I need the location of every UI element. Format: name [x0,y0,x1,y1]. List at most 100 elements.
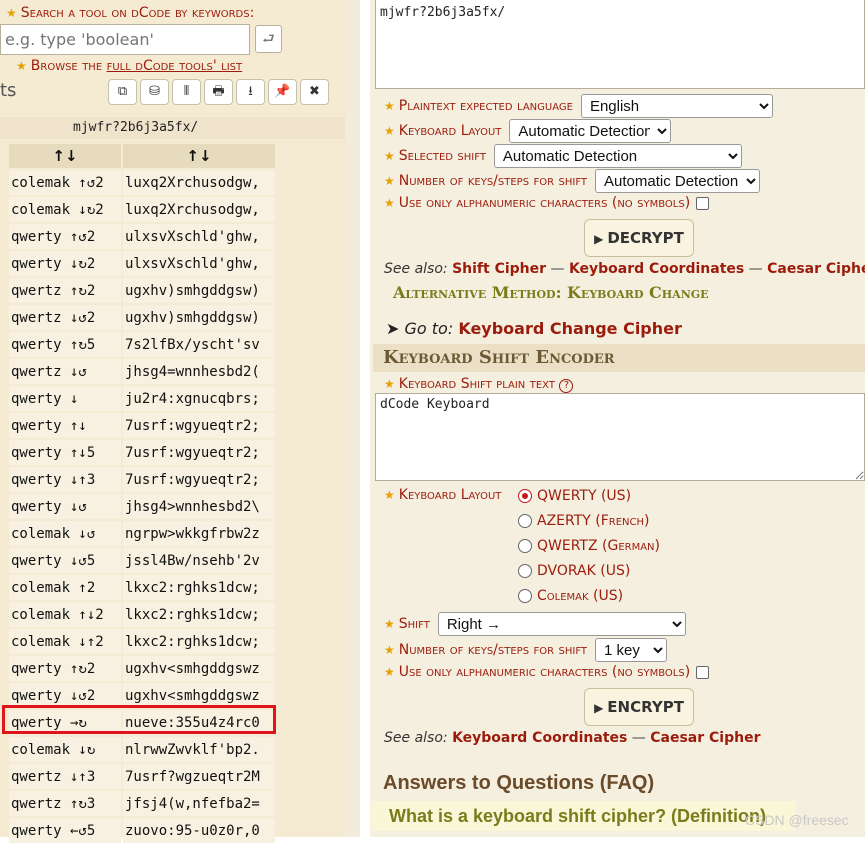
columns-icon[interactable]: ⦀ [172,79,201,105]
encoder-alnum-checkbox[interactable] [696,665,710,679]
print-icon[interactable]: 🖶 [204,79,233,105]
search-input[interactable] [0,24,250,55]
star-icon: ★ [384,377,395,391]
decoder-layout-select[interactable]: Automatic Detection [509,119,672,143]
table-row: colemak ↓↻2 luxq2Xrchusodgw, [9,197,275,222]
result-text-cell: zuovo:95-u0z0r,0 [123,818,275,843]
table-row: qwerty ↓↑3 7usrf:wgyueqtr2; [9,467,275,492]
sort-column-1[interactable]: ↑↓ [9,144,121,168]
table-row: colemak ↓↻ nlrwwZwvklf'bp2. [9,737,275,762]
shift-method-cell: qwerty ↓↺5 [9,548,121,573]
star-icon: ★ [384,174,395,188]
shift-method-cell: qwerty ↓↻2 [9,251,121,276]
result-input-text: mjwfr?2b6j3a5fx/ [0,117,345,139]
see-also-caesar-cipher-2[interactable]: Caesar Cipher [650,730,760,746]
encoder-see-also: See also: Keyboard Coordinates — Caesar … [384,730,761,746]
decrypt-button[interactable]: ▶ DECRYPT [584,219,694,257]
shift-method-cell: colemak ↓↻2 [9,197,121,222]
faq-question[interactable]: What is a keyboard shift cipher? (Defini… [371,801,796,831]
star-icon: ★ [384,196,395,210]
shift-method-cell: qwertz ↑↻2 [9,278,121,303]
result-text-cell: 7usrf:wgyueqtr2; [123,413,275,438]
see-also-caesar-cipher[interactable]: Caesar Cipher [767,261,865,277]
return-arrow-icon[interactable]: ⮐ [255,25,282,53]
copy-icon[interactable]: ⧉ [108,79,137,105]
encrypt-button[interactable]: ▶ ENCRYPT [584,688,694,726]
table-row: colemak ↑↺2 luxq2Xrchusodgw, [9,170,275,195]
table-row: qwertz ↑↻3 jfsj4(w,nfefba2= [9,791,275,816]
encoder-shift-select[interactable]: Right → [437,612,686,636]
layout-option-dvorak[interactable]: DVORAK (US) [518,563,630,579]
browse-tools-link[interactable]: ★ Browse the full dCode tools' list [16,58,242,74]
table-row: qwerty ↑↓ 7usrf:wgyueqtr2; [9,413,275,438]
result-text-cell: jhsg4=wnnhesbd2( [123,359,275,384]
result-text-cell: 7usrf?wgzueqtr2M [123,764,275,789]
result-text-cell: nlrwwZwvklf'bp2. [123,737,275,762]
pin-icon[interactable]: 📌 [268,79,297,105]
shift-method-cell: qwertz ↑↻3 [9,791,121,816]
result-text-cell: lkxc2:rghks1dcw; [123,575,275,600]
download-icon[interactable]: ⭳ [236,79,265,105]
see-also-keyboard-coordinates-2[interactable]: Keyboard Coordinates [452,730,627,746]
help-icon[interactable]: ? [559,379,574,393]
result-text-cell: luxq2Xrchusodgw, [123,170,275,195]
result-text-cell: jhsg4>wnnhesbd2\ [123,494,275,519]
encoder-alnum-row: ★ Use only alphanumeric characters (no sy… [384,664,710,680]
result-toolbar: ⧉ ⛁ ⦀ 🖶 ⭳ 📌 ✖ [108,79,329,105]
see-also-keyboard-coordinates[interactable]: Keyboard Coordinates [569,261,744,277]
table-row: qwerty ↑↺2 ulxsvXschld'ghw, [9,224,275,249]
layout-option-azerty[interactable]: AZERTY (French) [518,513,650,529]
language-select[interactable]: English [580,94,773,118]
see-also-shift-cipher[interactable]: Shift Cipher [452,261,546,277]
layout-option-qwerty[interactable]: QWERTY (US) [518,488,631,504]
table-row: qwertz ↓↺2 ugxhv)smhgddgsw) [9,305,275,330]
decoder-steps-select[interactable]: Automatic Detection [595,169,761,193]
radio[interactable] [518,589,532,603]
shift-method-cell: qwerty ↑↓ [9,413,121,438]
result-text-cell: 7s2lfBx/yscht'sv [123,332,275,357]
shift-method-cell: colemak ↓↑2 [9,629,121,654]
table-row: qwertz ↓↑3 7usrf?wgzueqtr2M [9,764,275,789]
shift-method-cell: colemak ↑↓2 [9,602,121,627]
star-icon: ★ [16,59,27,73]
radio[interactable] [518,539,532,553]
ciphertext-textarea[interactable]: mjwfr?2b6j3a5fx/ [375,0,865,89]
result-text-cell: ju2r4:xgnucqbrs; [123,386,275,411]
layout-option-qwertz[interactable]: QWERTZ (German) [518,538,660,554]
result-text-cell: ngrpw>wkkgfrbw2z [123,521,275,546]
goto-line: ➤ Go to: Keyboard Change Cipher [386,319,682,338]
layout-option-colemak[interactable]: Colemak (US) [518,588,623,604]
table-row: colemak ↑↓2 lkxc2:rghks1dcw; [9,602,275,627]
shift-method-cell: qwertz ↓↺ [9,359,121,384]
table-row: qwerty ↑↻2 ugxhv<smhgddgswz [9,656,275,681]
table-row: qwerty ←↺5 zuovo:95-u0z0r,0 [9,818,275,843]
result-text-cell: lkxc2:rghks1dcw; [123,602,275,627]
shift-method-cell: colemak ↑2 [9,575,121,600]
selected-shift-row: ★ Selected shift Automatic Detection [384,144,742,168]
table-row: qwerty ↓ ju2r4:xgnucqbrs; [9,386,275,411]
star-icon: ★ [384,99,395,113]
encoder-heading: Keyboard Shift Encoder [373,344,865,372]
plaintext-textarea[interactable]: dCode Keyboard [375,393,865,481]
radio[interactable] [518,514,532,528]
plaintext-language-row: ★ Plaintext expected language English [384,94,773,118]
shift-method-cell: qwerty ↓↑3 [9,467,121,492]
sort-column-2[interactable]: ↑↓ [123,144,275,168]
shift-method-cell: qwerty ↑↓5 [9,440,121,465]
close-icon[interactable]: ✖ [300,79,329,105]
search-title: ★ Search a tool on dCode by keywords: [6,5,255,21]
keyboard-change-cipher-link[interactable]: Keyboard Change Cipher [458,319,682,338]
selected-shift-select[interactable]: Automatic Detection [493,144,742,168]
decoder-alnum-checkbox[interactable] [696,196,710,210]
star-icon: ★ [384,488,395,502]
highlight-box [2,705,276,734]
result-text-cell: 7usrf:wgyueqtr2; [123,467,275,492]
save-icon[interactable]: ⛁ [140,79,169,105]
star-icon: ★ [384,149,395,163]
table-row: qwertz ↑↻2 ugxhv)smhgddgsw) [9,278,275,303]
encoder-steps-select[interactable]: 1 key [595,638,668,662]
result-text-cell: ulxsvXschld'ghw, [123,251,275,276]
shift-method-cell: qwerty ↑↺2 [9,224,121,249]
radio[interactable] [518,564,532,578]
radio-selected[interactable] [518,489,532,503]
